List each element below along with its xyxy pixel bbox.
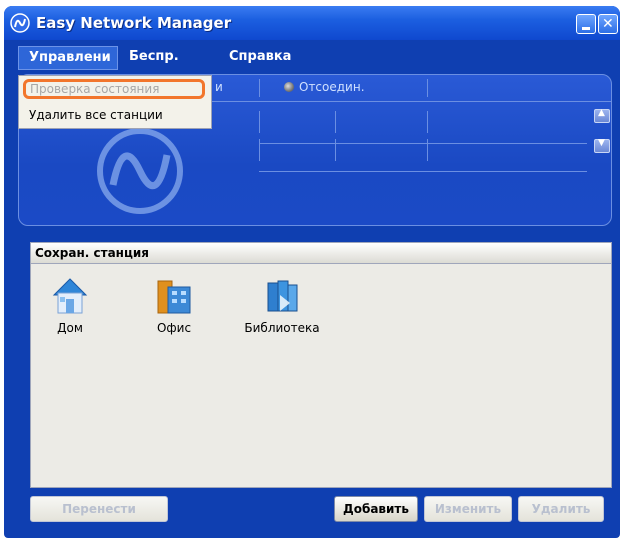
menu-item-check-status[interactable]: Проверка состояния (23, 79, 205, 99)
menu-bar: Управлени Беспр. Справка (16, 46, 614, 70)
manage-dropdown-menu: Проверка состояния Удалить все станции (18, 75, 212, 129)
separator (259, 79, 260, 97)
separator (427, 139, 428, 161)
saved-stations-title: Сохран. станция (35, 246, 149, 260)
status-column-label: и (215, 80, 223, 94)
saved-stations-header: Сохран. станция (31, 243, 611, 264)
chevron-up-icon: ▲ (598, 108, 605, 118)
separator (427, 79, 428, 97)
separator (259, 111, 260, 133)
delete-button[interactable]: Удалить (518, 496, 604, 522)
menu-help[interactable]: Справка (229, 49, 291, 64)
connection-led-icon (284, 82, 294, 92)
add-button[interactable]: Добавить (334, 496, 418, 522)
window-title: Easy Network Manager (36, 14, 232, 32)
transfer-button[interactable]: Перенести (30, 496, 168, 522)
station-label: Библиотека (244, 321, 320, 335)
saved-stations-panel: Сохран. станция Дом Офис Библиотека (30, 242, 612, 488)
separator (427, 111, 428, 133)
station-label: Офис (156, 321, 192, 335)
scroll-down-button[interactable]: ▼ (594, 138, 610, 153)
separator (335, 111, 336, 133)
station-label: Дом (57, 321, 83, 335)
separator (259, 171, 587, 172)
edit-button[interactable]: Изменить (424, 496, 512, 522)
station-office[interactable]: Офис (143, 273, 205, 335)
connection-status: Отсоедин. (299, 80, 365, 94)
station-library[interactable]: Библиотека (239, 273, 325, 335)
menu-item-delete-all-stations[interactable]: Удалить все станции (29, 108, 163, 122)
station-home[interactable]: Дом (39, 273, 101, 335)
separator (335, 139, 336, 161)
close-icon: ✕ (602, 16, 614, 32)
library-icon (267, 280, 298, 312)
menu-wireless[interactable]: Беспр. (129, 49, 179, 64)
separator (259, 139, 260, 161)
separator (259, 143, 587, 144)
chevron-down-icon: ▼ (598, 138, 605, 148)
minimize-button[interactable] (576, 14, 596, 34)
app-logo-icon (10, 13, 30, 33)
menu-item-label: Проверка состояния (30, 82, 160, 96)
close-button[interactable]: ✕ (598, 14, 618, 34)
home-icon (52, 278, 88, 314)
scroll-up-button[interactable]: ▲ (594, 108, 610, 123)
office-icon (157, 280, 191, 314)
menu-manage[interactable]: Управлени (18, 46, 118, 70)
title-bar[interactable]: Easy Network Manager ✕ (4, 6, 620, 40)
network-logo-icon (97, 128, 183, 214)
